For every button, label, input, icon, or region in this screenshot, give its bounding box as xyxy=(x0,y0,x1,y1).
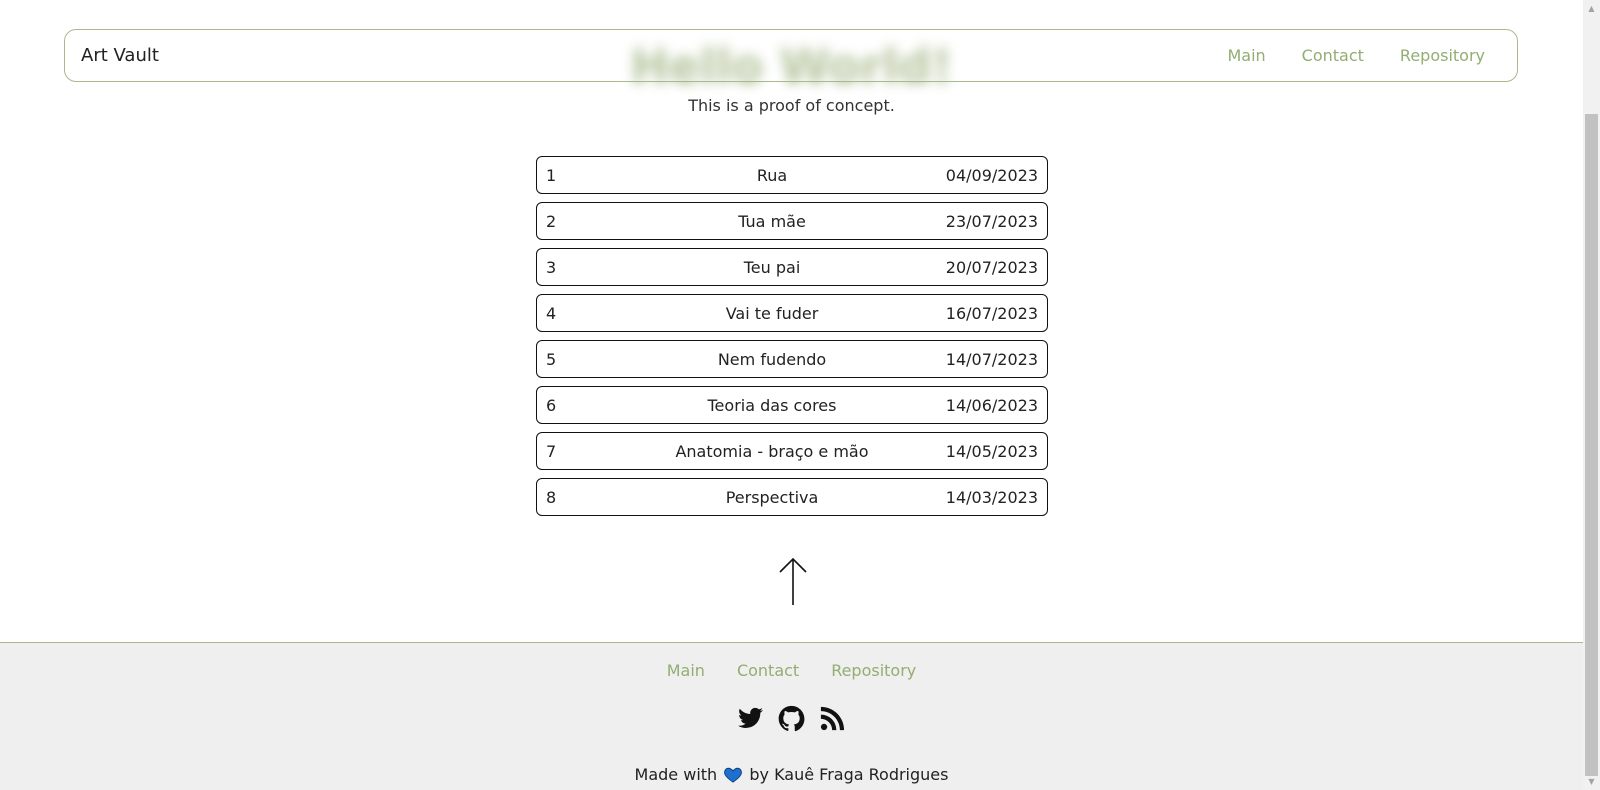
entry-number: 3 xyxy=(546,257,557,277)
rss-icon[interactable] xyxy=(819,705,846,732)
list-item[interactable]: 6 Teoria das cores 14/06/2023 xyxy=(536,386,1048,424)
entry-title: Vai te fuder xyxy=(725,303,819,323)
credit-prefix: Made with xyxy=(634,765,718,784)
credit-suffix: by Kauê Fraga Rodrigues xyxy=(749,765,949,784)
entry-date: 14/06/2023 xyxy=(945,395,1038,415)
entry-title: Teoria das cores xyxy=(707,395,837,415)
entry-date: 23/07/2023 xyxy=(945,211,1038,231)
social-links xyxy=(0,705,1583,732)
credit-line: Made with by Kauê Fraga Rodrigues xyxy=(0,765,1583,784)
entry-title: Tua mãe xyxy=(738,211,806,231)
footer: Main Contact Repository Made with by Kau… xyxy=(0,642,1583,790)
heart-icon xyxy=(724,767,743,783)
nav-link-main[interactable]: Main xyxy=(1227,46,1265,65)
nav-link-repository[interactable]: Repository xyxy=(1400,46,1485,65)
github-icon[interactable] xyxy=(778,705,805,732)
entry-date: 20/07/2023 xyxy=(945,257,1038,277)
list-item[interactable]: 4 Vai te fuder 16/07/2023 xyxy=(536,294,1048,332)
list-item[interactable]: 2 Tua mãe 23/07/2023 xyxy=(536,202,1048,240)
entry-title: Perspectiva xyxy=(725,487,819,507)
footer-link-repository[interactable]: Repository xyxy=(831,661,916,680)
nav-link-contact[interactable]: Contact xyxy=(1302,46,1364,65)
entry-number: 7 xyxy=(546,441,557,461)
entry-number: 2 xyxy=(546,211,557,231)
navbar: Art Vault Main Contact Repository xyxy=(64,29,1518,82)
scroll-up-arrow-icon[interactable]: ▲ xyxy=(1583,0,1600,17)
entry-date: 04/09/2023 xyxy=(945,165,1038,185)
scrollbar-thumb[interactable] xyxy=(1585,114,1598,776)
page: Hello World! This is a proof of concept.… xyxy=(0,0,1583,790)
entry-title: Anatomia - braço e mão xyxy=(675,441,869,461)
entry-date: 14/05/2023 xyxy=(945,441,1038,461)
scroll-down-arrow-icon[interactable]: ▼ xyxy=(1583,773,1600,790)
entry-date: 14/07/2023 xyxy=(945,349,1038,369)
entry-number: 5 xyxy=(546,349,557,369)
entry-number: 8 xyxy=(546,487,557,507)
entry-number: 1 xyxy=(546,165,557,185)
list-item[interactable]: 5 Nem fudendo 14/07/2023 xyxy=(536,340,1048,378)
brand-logo-text[interactable]: Art Vault xyxy=(81,45,159,66)
entry-date: 14/03/2023 xyxy=(945,487,1038,507)
hero-subtitle: This is a proof of concept. xyxy=(688,96,895,115)
entry-list: 1 Rua 04/09/2023 2 Tua mãe 23/07/2023 3 … xyxy=(536,156,1048,524)
footer-link-main[interactable]: Main xyxy=(667,661,705,680)
vertical-scrollbar[interactable]: ▲ ▼ xyxy=(1583,0,1600,790)
list-item[interactable]: 8 Perspectiva 14/03/2023 xyxy=(536,478,1048,516)
entry-title: Teu pai xyxy=(743,257,801,277)
entry-date: 16/07/2023 xyxy=(945,303,1038,323)
entry-title: Nem fudendo xyxy=(717,349,827,369)
entry-number: 6 xyxy=(546,395,557,415)
entry-number: 4 xyxy=(546,303,557,323)
list-item[interactable]: 1 Rua 04/09/2023 xyxy=(536,156,1048,194)
entry-title: Rua xyxy=(756,165,788,185)
nav-links: Main Contact Repository xyxy=(1227,46,1485,65)
twitter-icon[interactable] xyxy=(737,705,764,732)
scroll-to-top-arrow-icon[interactable] xyxy=(778,557,808,607)
list-item[interactable]: 3 Teu pai 20/07/2023 xyxy=(536,248,1048,286)
footer-links: Main Contact Repository xyxy=(0,661,1583,680)
list-item[interactable]: 7 Anatomia - braço e mão 14/05/2023 xyxy=(536,432,1048,470)
footer-link-contact[interactable]: Contact xyxy=(737,661,799,680)
